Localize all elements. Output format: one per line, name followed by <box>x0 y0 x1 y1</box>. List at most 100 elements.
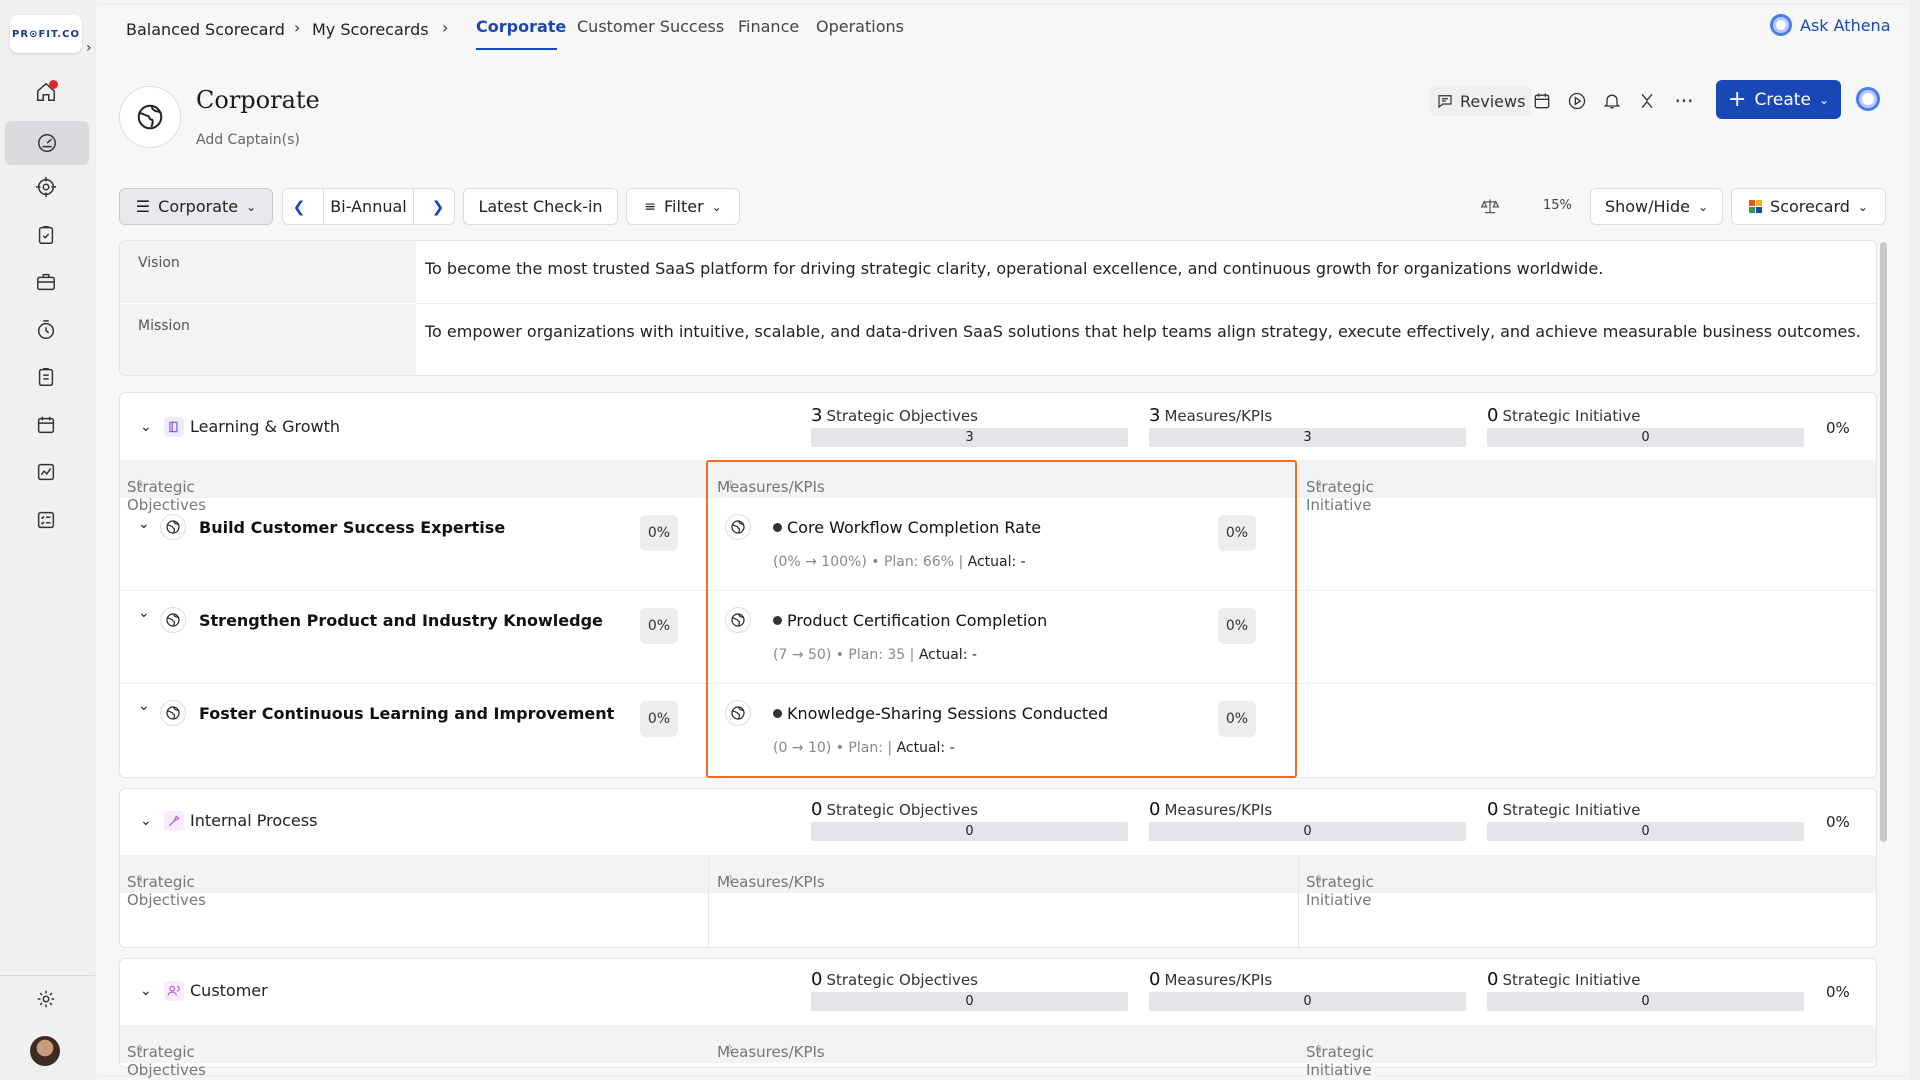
objective-name[interactable]: Strengthen Product and Industry Knowledg… <box>199 611 603 630</box>
scorecard-nav-icon[interactable] <box>5 121 89 165</box>
sort-icon[interactable]: ⇳ <box>725 1043 734 1056</box>
settings-gear-icon[interactable] <box>30 983 62 1015</box>
reviews-button[interactable]: Reviews <box>1430 86 1532 116</box>
kpi-range: (0% → 100%) • Plan: 66% | <box>773 554 968 570</box>
objective-name[interactable]: Build Customer Success Expertise <box>199 518 505 537</box>
show-hide-dropdown[interactable]: Show/Hide ⌄ <box>1590 188 1723 225</box>
scope-dropdown[interactable]: ☰ Corporate ⌄ <box>119 188 273 225</box>
breadcrumb-balanced-scorecard[interactable]: Balanced Scorecard <box>126 20 285 39</box>
tab-corporate[interactable]: Corporate <box>476 17 566 36</box>
add-captains-link[interactable]: Add Captain(s) <box>196 132 300 148</box>
home-icon[interactable] <box>30 76 62 108</box>
perspective-percentage: 0% <box>1826 983 1850 1001</box>
briefcase-icon[interactable] <box>30 266 62 298</box>
rail-divider <box>0 975 95 976</box>
initiatives-stat: 0 Strategic Initiative 0 <box>1487 799 1804 841</box>
chevron-down-icon: ⌄ <box>246 199 257 214</box>
column-header-row: Strategic Objectives ⇳ Measures/KPIs ⇳ Str… <box>120 460 1876 514</box>
column-divider <box>708 855 709 949</box>
globe-icon <box>725 607 751 633</box>
globe-icon <box>160 514 186 540</box>
kpi-meta: (0 → 10) • Plan: | Actual: - <box>773 740 955 756</box>
analytics-icon[interactable] <box>30 456 62 488</box>
tab-finance[interactable]: Finance <box>738 17 799 36</box>
calendar-icon[interactable] <box>1529 88 1555 114</box>
perspective-header: ⌄ Customer 0 Strategic Objectives 0 0 Meas… <box>120 959 1876 1027</box>
measures-stat: 3 Measures/KPIs 3 <box>1149 405 1466 447</box>
task-check-icon[interactable] <box>30 219 62 251</box>
kpi-row[interactable]: Knowledge-Sharing Sessions Conducted (0 … <box>710 684 1295 776</box>
tab-operations[interactable]: Operations <box>816 17 904 36</box>
chevron-down-icon: ⌄ <box>1857 199 1868 214</box>
kpi-meta: (0% → 100%) • Plan: 66% | Actual: - <box>773 554 1026 570</box>
table-row[interactable]: ⌄ Strengthen Product and Industry Knowle… <box>120 591 710 683</box>
mission-row: Mission To empower organizations with in… <box>120 304 1876 375</box>
target-icon[interactable] <box>30 171 62 203</box>
reviews-label: Reviews <box>1460 91 1526 111</box>
page-scrollbar[interactable] <box>1910 0 1920 1080</box>
expand-rail-icon[interactable]: › <box>86 40 92 56</box>
expand-chevron-icon[interactable]: ⌄ <box>138 516 150 532</box>
bell-icon[interactable] <box>1599 88 1625 114</box>
sort-icon[interactable]: ⇳ <box>1314 478 1323 491</box>
play-icon[interactable] <box>1564 88 1590 114</box>
weight-scale-icon[interactable] <box>1480 196 1500 220</box>
kpi-actual: Actual: - <box>918 647 977 663</box>
timer-icon[interactable] <box>30 314 62 346</box>
sort-icon[interactable]: ⇳ <box>135 873 144 886</box>
perspective-percentage: 0% <box>1826 419 1850 437</box>
content-scrollbar[interactable] <box>1880 242 1887 842</box>
objectives-stat: 3 Strategic Objectives 3 <box>811 405 1128 447</box>
view-dropdown[interactable]: Scorecard ⌄ <box>1731 188 1886 225</box>
kpi-name[interactable]: Core Workflow Completion Rate <box>773 518 1041 537</box>
measures-count: 0 <box>1149 969 1161 990</box>
sort-icon[interactable]: ⇳ <box>1314 873 1323 886</box>
checklist-icon[interactable] <box>30 504 62 536</box>
column-header-row: Strategic Objectives ⇳ Measures/KPIs ⇳ Str… <box>120 855 1876 909</box>
latest-checkin-button[interactable]: Latest Check-in <box>463 188 618 225</box>
create-button[interactable]: + Create ⌄ <box>1716 80 1841 119</box>
more-options-icon[interactable]: ··· <box>1671 88 1697 114</box>
customer-icon <box>164 981 184 1001</box>
breadcrumb-my-scorecards[interactable]: My Scorecards <box>312 20 429 39</box>
globe-icon <box>119 86 181 148</box>
sort-icon[interactable]: ⇳ <box>135 478 144 491</box>
objectives-count: 0 <box>811 969 823 990</box>
objectives-stat-label: Strategic Objectives <box>826 801 978 819</box>
table-row[interactable]: ⌄ Build Customer Success Expertise 0% <box>120 498 710 590</box>
period-selector[interactable]: ❮ Bi-Annual ❯ <box>282 188 455 225</box>
sort-icon[interactable]: ⇳ <box>135 1043 144 1056</box>
calendar-icon[interactable] <box>30 409 62 441</box>
kpi-name[interactable]: Product Certification Completion <box>773 611 1047 630</box>
prev-period-icon[interactable]: ❮ <box>283 189 315 224</box>
filter-dropdown[interactable]: ≡ Filter ⌄ <box>626 188 740 225</box>
expand-chevron-icon[interactable]: ⌄ <box>138 605 150 621</box>
kpi-name[interactable]: Knowledge-Sharing Sessions Conducted <box>773 704 1108 723</box>
kpi-row[interactable]: Core Workflow Completion Rate (0% → 100%… <box>710 498 1295 590</box>
athena-assistant-icon[interactable] <box>1856 87 1880 111</box>
collapse-chevron-icon[interactable]: ⌄ <box>140 419 152 435</box>
collapse-icon[interactable] <box>1634 88 1660 114</box>
sort-icon[interactable]: ⇳ <box>725 873 734 886</box>
objective-name[interactable]: Foster Continuous Learning and Improveme… <box>199 704 614 723</box>
profit-co-logo[interactable]: PR⊙FIT.CO <box>10 15 82 53</box>
clipboard-icon[interactable] <box>30 361 62 393</box>
expand-chevron-icon[interactable]: ⌄ <box>138 698 150 714</box>
kpi-row[interactable]: Product Certification Completion (7 → 50… <box>710 591 1295 683</box>
next-period-icon[interactable]: ❯ <box>422 189 454 224</box>
table-row[interactable]: ⌄ Foster Continuous Learning and Improve… <box>120 684 710 776</box>
initiatives-stat: 0 Strategic Initiative 0 <box>1487 405 1804 447</box>
sort-icon[interactable]: ⇳ <box>725 478 734 491</box>
user-avatar[interactable] <box>30 1036 60 1066</box>
collapse-chevron-icon[interactable]: ⌄ <box>140 813 152 829</box>
initiatives-count: 0 <box>1487 799 1499 820</box>
ask-athena-button[interactable]: Ask Athena <box>1770 14 1891 36</box>
measures-count: 3 <box>1149 405 1161 426</box>
sort-icon[interactable]: ⇳ <box>1314 1043 1323 1056</box>
perspective-header: ⌄ Internal Process 0 Strategic Objectives… <box>120 789 1876 857</box>
measures-bar: 0 <box>1149 822 1466 841</box>
tab-customer-success[interactable]: Customer Success <box>577 17 724 36</box>
collapse-chevron-icon[interactable]: ⌄ <box>140 983 152 999</box>
scorecard-view-icon <box>1749 200 1763 213</box>
perspective-header: ⌄ Learning & Growth 3 Strategic Objective… <box>120 393 1876 461</box>
